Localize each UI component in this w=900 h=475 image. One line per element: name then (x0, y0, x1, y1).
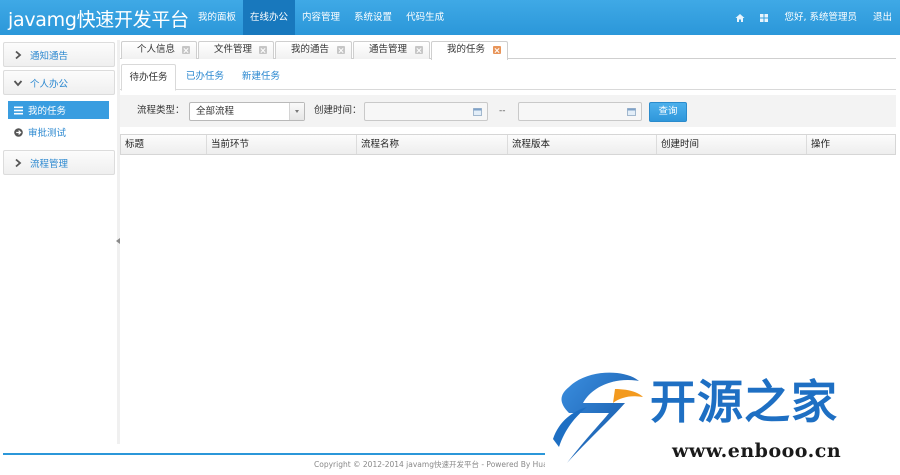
sidebar-group-label: 流程管理 (30, 158, 69, 170)
nav-item-system-settings[interactable]: 系统设置 (347, 0, 399, 35)
calendar-icon[interactable] (473, 108, 482, 116)
sidebar-group-personal-office[interactable]: 个人办公 (3, 70, 115, 95)
copyright-text: Copyright © 2012-2014 javamg快速开发平台 - Pow… (314, 460, 564, 469)
chevron-down-icon (13, 79, 23, 86)
header-right: 您好, 系统管理员 退出 (728, 0, 900, 35)
home-icon[interactable] (728, 0, 752, 35)
sidebar-item-approval-test[interactable]: 审批测试 (8, 123, 109, 141)
logout-link[interactable]: 退出 (865, 0, 900, 35)
user-greeting[interactable]: 您好, 系统管理员 (776, 0, 865, 35)
watermark-logo (553, 372, 643, 463)
end-date-input[interactable] (518, 102, 642, 121)
nav-item-dashboard[interactable]: 我的面板 (191, 0, 243, 35)
chevron-right-icon (15, 158, 22, 167)
sidebar-item-label: 审批测试 (28, 128, 67, 139)
close-icon[interactable] (182, 46, 190, 54)
top-header: javamg快速开发平台 我的面板 在线办公 内容管理 系统设置 代码生成 您好… (0, 0, 900, 35)
tab-label: 通告管理 (369, 44, 408, 55)
calendar-icon[interactable] (627, 108, 636, 116)
tab-label: 我的通告 (291, 44, 330, 55)
nav-item-content[interactable]: 内容管理 (295, 0, 347, 35)
tab-file-management[interactable]: 文件管理 (198, 41, 274, 59)
tab-label: 我的任务 (447, 44, 486, 55)
column-header-title[interactable]: 标题 (121, 135, 207, 154)
sidebar-group-workflow[interactable]: 流程管理 (3, 150, 115, 175)
start-date-input[interactable] (364, 102, 488, 121)
page-tabs: 个人信息 文件管理 我的通告 通告管理 我的任务 (120, 41, 896, 60)
tab-pending-tasks[interactable]: 待办任务 (121, 64, 176, 91)
created-time-label: 创建时间： (314, 105, 362, 116)
top-nav: 我的面板 在线办公 内容管理 系统设置 代码生成 (191, 0, 451, 35)
nav-item-code-generation[interactable]: 代码生成 (399, 0, 451, 35)
column-header-created-time[interactable]: 创建时间 (657, 135, 807, 154)
process-type-value: 全部流程 (196, 106, 235, 117)
sidebar: 通知通告 个人办公 我的任务 审批测试 流程管理 (0, 35, 117, 445)
tab-label: 个人信息 (137, 44, 176, 55)
circle-arrow-icon (14, 127, 23, 137)
date-range-separator: -- (499, 106, 506, 116)
tab-completed-tasks[interactable]: 已办任务 (178, 64, 232, 90)
sidebar-group-label: 通知通告 (30, 50, 69, 62)
table-header-row: 标题 当前环节 流程名称 流程版本 创建时间 操作 (120, 134, 896, 155)
close-icon[interactable] (259, 46, 267, 54)
grid-icon[interactable] (752, 0, 776, 35)
sidebar-group-label: 个人办公 (30, 78, 69, 90)
sidebar-item-label: 我的任务 (28, 106, 67, 117)
chevron-right-icon (15, 50, 22, 59)
query-button[interactable]: 查询 (649, 102, 687, 122)
task-subtabs: 待办任务 已办任务 新建任务 (120, 64, 896, 91)
close-icon[interactable] (337, 46, 345, 54)
tab-personal-info[interactable]: 个人信息 (121, 41, 197, 59)
tab-notice-management[interactable]: 通告管理 (353, 41, 430, 59)
column-header-process-version[interactable]: 流程版本 (508, 135, 657, 154)
search-filter-bar: 流程类型： 全部流程 创建时间： -- 查询 (120, 95, 896, 127)
close-icon[interactable] (493, 46, 501, 54)
tab-label: 文件管理 (214, 44, 253, 55)
tab-my-notices[interactable]: 我的通告 (275, 41, 352, 59)
process-type-label: 流程类型： (137, 105, 185, 116)
column-header-actions[interactable]: 操作 (807, 135, 895, 154)
watermark-url: www.enbooo.cn (672, 440, 842, 462)
column-header-process-name[interactable]: 流程名称 (357, 135, 508, 154)
sidebar-item-my-tasks[interactable]: 我的任务 (8, 101, 109, 119)
tab-new-task[interactable]: 新建任务 (234, 64, 288, 90)
process-type-select[interactable]: 全部流程 (189, 102, 305, 121)
sidebar-group-notices[interactable]: 通知通告 (3, 42, 115, 67)
list-icon (14, 106, 23, 114)
chevron-down-icon[interactable] (289, 103, 304, 120)
column-header-current-step[interactable]: 当前环节 (207, 135, 357, 154)
app-title[interactable]: javamg快速开发平台 (8, 5, 189, 32)
tab-my-tasks[interactable]: 我的任务 (431, 41, 508, 60)
nav-item-online-office[interactable]: 在线办公 (243, 0, 296, 35)
watermark-title: 开源之家 (650, 375, 838, 429)
close-icon[interactable] (415, 46, 423, 54)
